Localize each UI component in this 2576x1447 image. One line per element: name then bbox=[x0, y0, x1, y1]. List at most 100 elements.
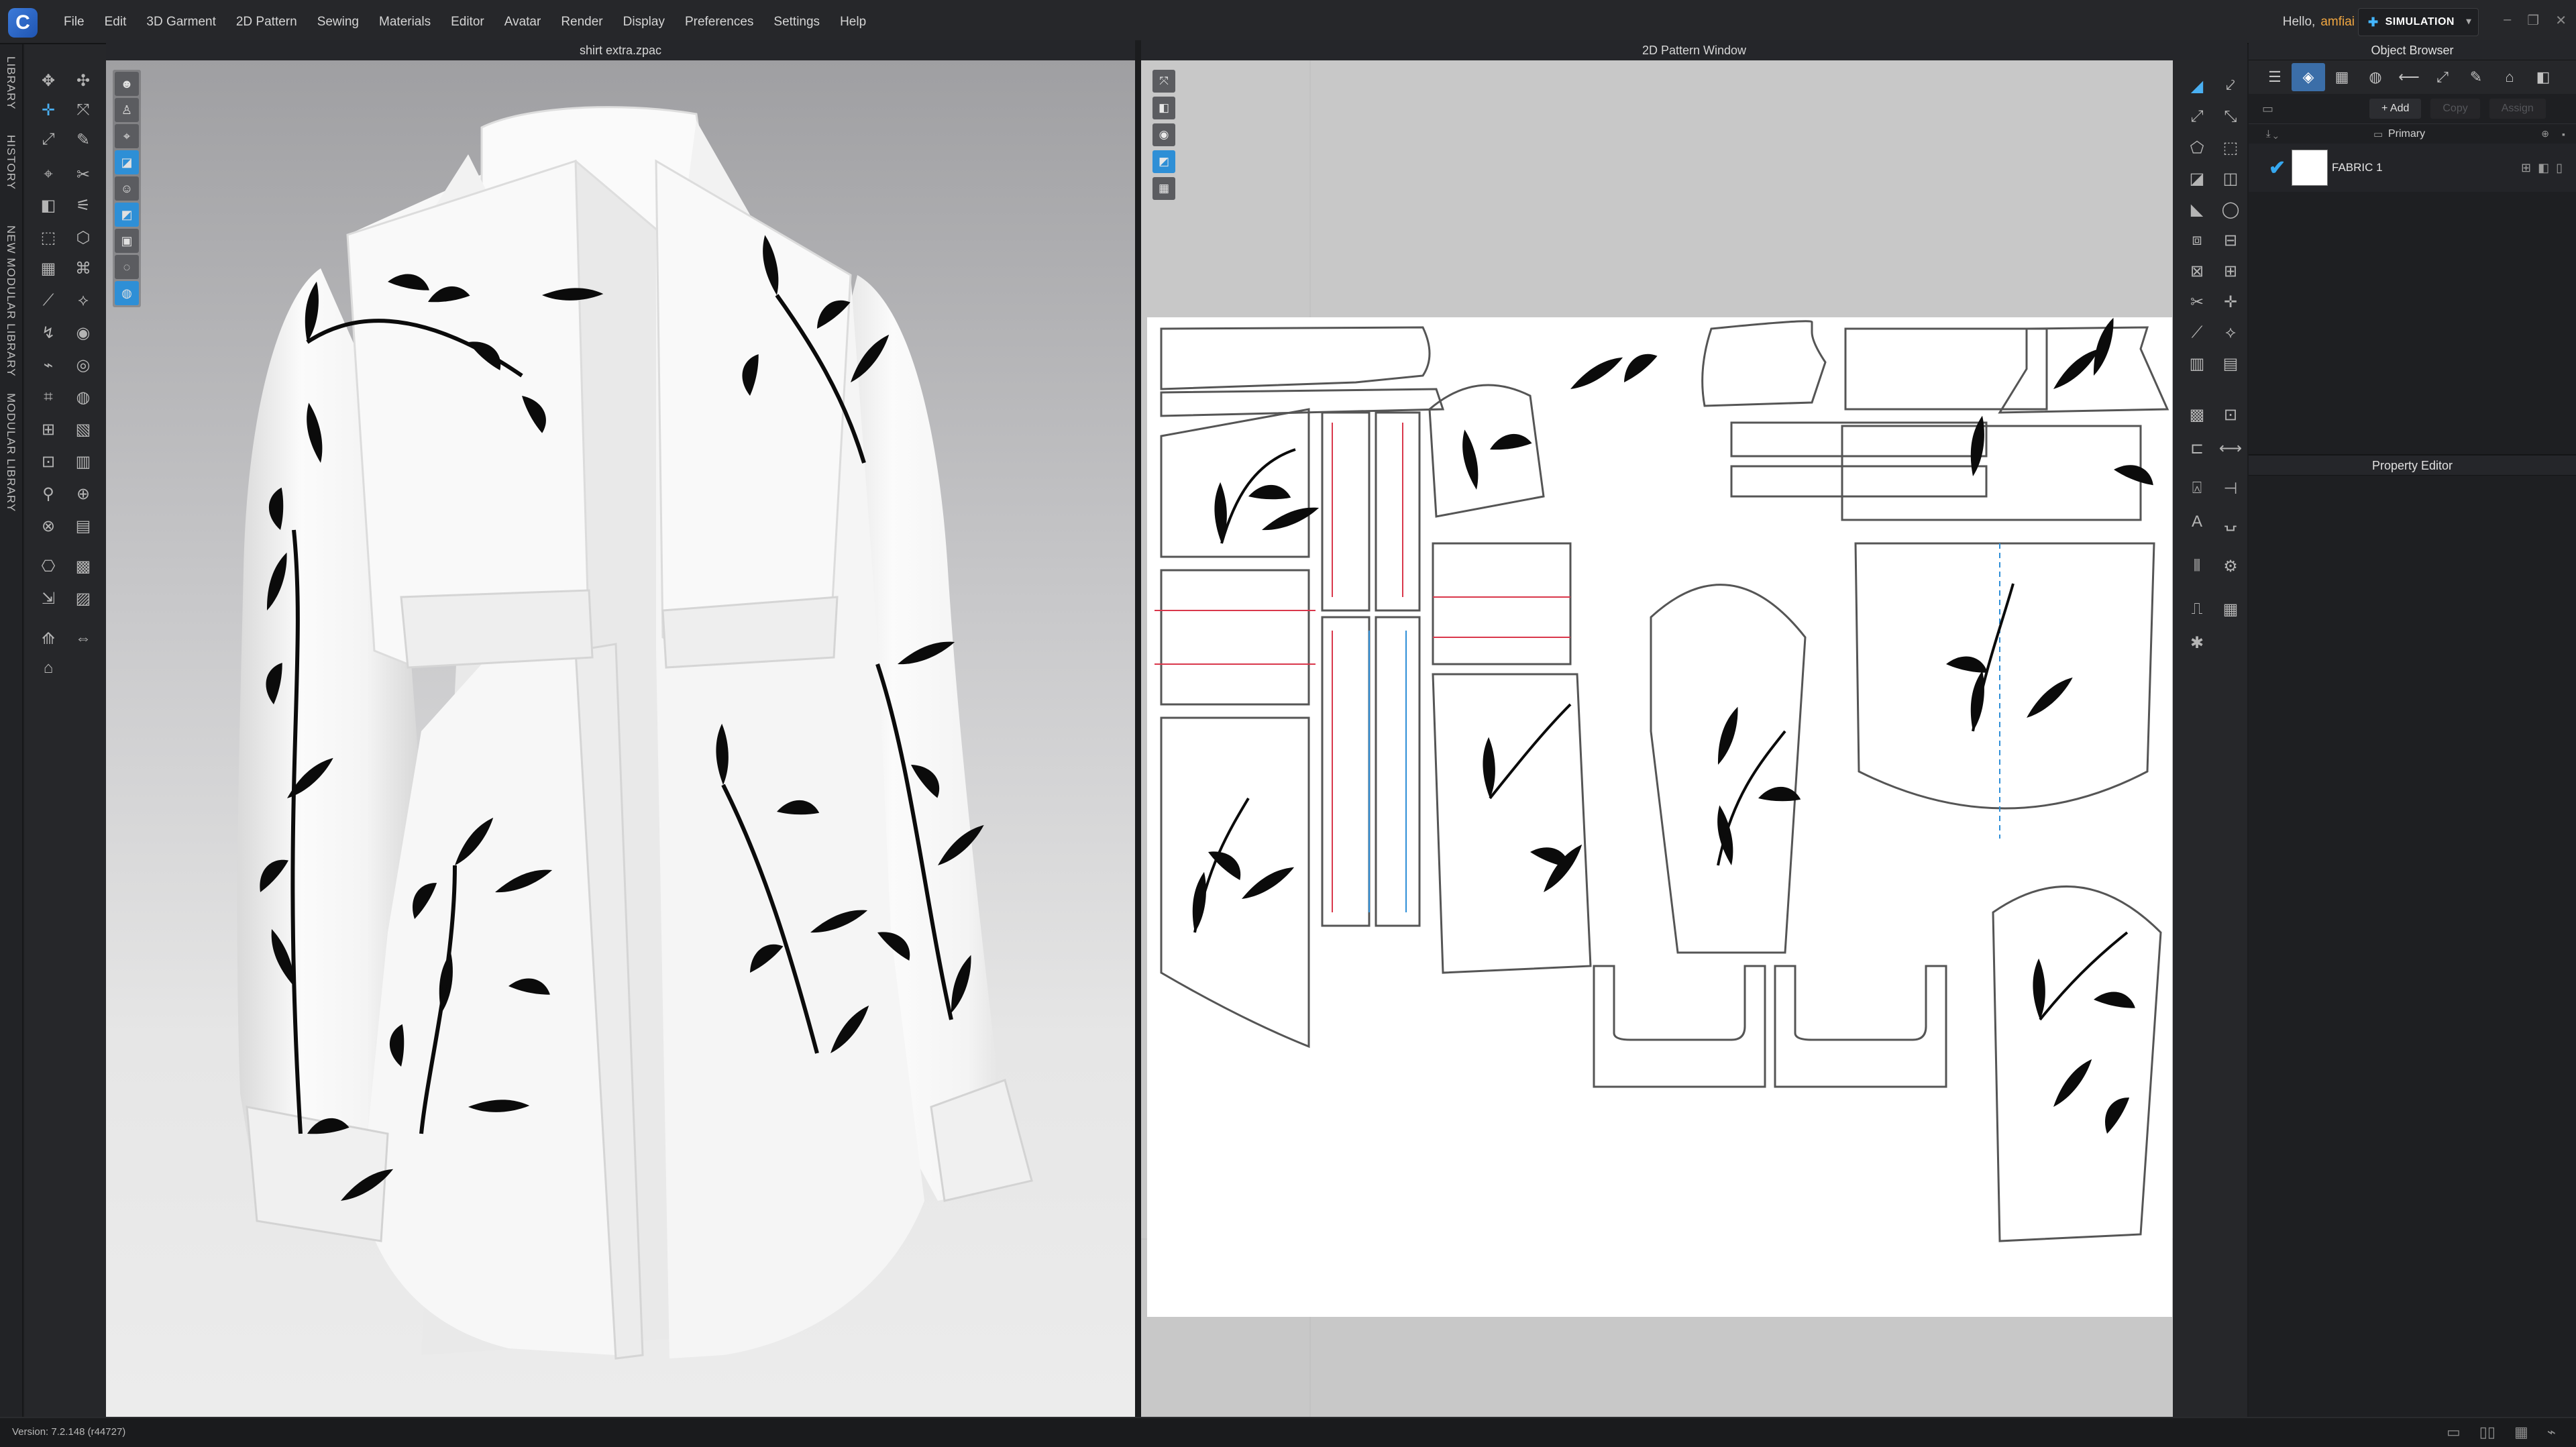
tack-icon[interactable]: ⬚ bbox=[36, 225, 60, 250]
3d-viewport[interactable]: ☻ ♙ ⌖ ◪ ☺ ◩ ▣ ◌ ◍ bbox=[106, 60, 1135, 1417]
snapshot-icon[interactable]: ⎔ bbox=[36, 554, 60, 578]
tab-new-modular-library[interactable]: NEW MODULAR LIBRARY bbox=[4, 225, 17, 377]
environment-icon[interactable]: ◍ bbox=[115, 281, 139, 305]
internal-rectangle-icon[interactable]: ◫ bbox=[2218, 166, 2243, 191]
topstitch-tab-icon[interactable]: ⤢ bbox=[2426, 63, 2459, 91]
edit-point-icon[interactable]: ⤡ bbox=[2218, 105, 2243, 129]
circle-icon[interactable]: ◯ bbox=[2218, 197, 2243, 221]
physics-icon[interactable]: ⇔ bbox=[71, 627, 95, 651]
menu-edit[interactable]: Edit bbox=[95, 0, 137, 44]
pin-2d-icon[interactable]: ✱ bbox=[2185, 631, 2209, 655]
ruler-icon[interactable]: ⊏ bbox=[2185, 436, 2209, 460]
hardware-icon[interactable]: ⚙ bbox=[2218, 554, 2243, 578]
texture-2d-icon[interactable]: ▩ bbox=[2185, 403, 2209, 427]
list-view-icon[interactable]: ☰ bbox=[2258, 63, 2292, 91]
restore-icon[interactable]: ❐ bbox=[2527, 12, 2539, 29]
avatar-display-icon[interactable]: ☻ bbox=[115, 72, 139, 96]
assign-button[interactable]: Assign bbox=[2489, 99, 2546, 119]
fabric-tab-icon[interactable]: ◈ bbox=[2292, 63, 2325, 91]
edit-pattern-2d-icon[interactable]: ◢ bbox=[2185, 74, 2209, 98]
duplicate-icon[interactable]: ◧ bbox=[2538, 161, 2549, 175]
username[interactable]: amfiai bbox=[2320, 15, 2355, 29]
fabric-icon[interactable]: ⌂ bbox=[36, 656, 60, 680]
2d-pattern-canvas[interactable]: ⤧ ◧ ◉ ◩ ▦ bbox=[1141, 60, 2173, 1417]
puckering-tab-icon[interactable]: ✎ bbox=[2459, 63, 2493, 91]
free-seam-icon[interactable]: ⟡ bbox=[2218, 321, 2243, 345]
garment-display-icon[interactable]: ♙ bbox=[115, 98, 139, 122]
internal-polygon-icon[interactable]: ◪ bbox=[2185, 166, 2209, 191]
button-icon[interactable]: ⌗ bbox=[36, 385, 60, 409]
graphic-icon[interactable]: ⊡ bbox=[36, 449, 60, 474]
move-tool-icon[interactable]: ✣ bbox=[71, 68, 95, 93]
tab-modular-library[interactable]: MODULAR LIBRARY bbox=[4, 393, 17, 512]
dart-icon[interactable]: ◣ bbox=[2185, 197, 2209, 221]
measurement-icon[interactable]: ⍽ bbox=[2218, 510, 2243, 534]
menu-2d-pattern[interactable]: 2D Pattern bbox=[226, 0, 307, 44]
add-button[interactable]: + Add bbox=[2369, 99, 2422, 119]
polygon-icon[interactable]: ⬠ bbox=[2185, 136, 2209, 160]
stitch-icon[interactable]: ⎍ bbox=[2185, 597, 2209, 621]
pattern-zoom-icon[interactable]: ◉ bbox=[1152, 123, 1175, 146]
pattern-grid-icon[interactable]: ▦ bbox=[1152, 177, 1175, 200]
piping-icon[interactable]: ◎ bbox=[71, 353, 95, 377]
pattern-view-icon[interactable]: ◧ bbox=[1152, 97, 1175, 119]
video-icon[interactable]: ▩ bbox=[71, 554, 95, 578]
seam-line-icon[interactable]: ▤ bbox=[2218, 352, 2243, 376]
puckering-icon[interactable]: ↯ bbox=[36, 321, 60, 345]
light-icon[interactable]: ◌ bbox=[115, 255, 139, 279]
topstitch-icon[interactable]: ⊞ bbox=[36, 417, 60, 441]
brush-icon[interactable]: ✎ bbox=[71, 127, 95, 152]
free-sewing-icon[interactable]: ⟡ bbox=[71, 288, 95, 313]
mode-selector[interactable]: ✚ SIMULATION ▾ bbox=[2358, 8, 2479, 36]
menu-render[interactable]: Render bbox=[551, 0, 612, 44]
menu-materials[interactable]: Materials bbox=[369, 0, 441, 44]
arrangement-icon[interactable]: ⊗ bbox=[36, 514, 60, 538]
cut-icon[interactable]: ✂ bbox=[2185, 290, 2209, 314]
add-point-icon[interactable]: ✛ bbox=[2218, 290, 2243, 314]
checkmark-icon[interactable]: ✔ bbox=[2269, 156, 2286, 180]
pin-display-icon[interactable]: ⌖ bbox=[115, 124, 139, 148]
app-logo-icon[interactable]: C bbox=[8, 8, 38, 38]
transform-2d-icon[interactable]: ⤧ bbox=[1152, 70, 1175, 93]
menu-display[interactable]: Display bbox=[613, 0, 675, 44]
menu-help[interactable]: Help bbox=[830, 0, 876, 44]
grid-2d-icon[interactable]: ▦ bbox=[2218, 597, 2243, 621]
minimize-icon[interactable]: – bbox=[2504, 12, 2511, 29]
trace-arrange-icon[interactable]: ⌘ bbox=[71, 256, 95, 280]
tab-library[interactable]: LIBRARY bbox=[4, 56, 17, 109]
menu-avatar[interactable]: Avatar bbox=[494, 0, 551, 44]
fabric-display-icon[interactable]: ▣ bbox=[115, 229, 139, 253]
zipper-2d-icon[interactable]: ⦀ bbox=[2185, 554, 2209, 578]
offset-icon[interactable]: ⊟ bbox=[2218, 228, 2243, 252]
fold-arrange-icon[interactable]: ✂ bbox=[71, 162, 95, 186]
size-icon[interactable]: ⊣ bbox=[2218, 476, 2243, 500]
segment-2d-icon[interactable]: ⟋ bbox=[2185, 321, 2209, 345]
group-add-icon[interactable]: ⊕ bbox=[2541, 128, 2549, 140]
gpu-sim-icon[interactable]: ⌁ bbox=[2547, 1424, 2556, 1441]
menu-3d-garment[interactable]: 3D Garment bbox=[136, 0, 225, 44]
avatar-toggle-icon[interactable]: ☺ bbox=[115, 176, 139, 201]
menu-file[interactable]: File bbox=[54, 0, 95, 44]
menu-editor[interactable]: Editor bbox=[441, 0, 494, 44]
pattern-texture-icon[interactable]: ◩ bbox=[1152, 150, 1175, 173]
layout-grid-icon[interactable]: ▦ bbox=[2514, 1424, 2528, 1441]
avatar-measure-icon[interactable]: ⚲ bbox=[36, 482, 60, 506]
texture-edit-icon[interactable]: ⊡ bbox=[2218, 403, 2243, 427]
shaded-display-icon[interactable]: ◩ bbox=[115, 203, 139, 227]
fold-icon[interactable]: ⌖ bbox=[36, 162, 60, 186]
layout-single-icon[interactable]: ▭ bbox=[2447, 1424, 2461, 1441]
menu-preferences[interactable]: Preferences bbox=[675, 0, 763, 44]
transform-pattern-icon[interactable]: ✛ bbox=[36, 98, 60, 122]
select-mesh-icon[interactable]: ✥ bbox=[36, 68, 60, 93]
trim-tab-icon[interactable]: ▦ bbox=[2325, 63, 2359, 91]
edit-curvature-icon[interactable]: ⤦ bbox=[2218, 74, 2243, 98]
layout-split-icon[interactable]: ▯▯ bbox=[2479, 1424, 2496, 1441]
trim-icon[interactable]: ▥ bbox=[71, 449, 95, 474]
fabric-list-item[interactable]: ✔ FABRIC 1 ⊞ ◧ ▯ bbox=[2249, 144, 2576, 192]
sort-icon[interactable]: ⤓ ⌄ bbox=[2266, 128, 2278, 140]
button-tab-icon[interactable]: ◍ bbox=[2359, 63, 2392, 91]
texture-display-icon[interactable]: ◪ bbox=[115, 150, 139, 174]
zipper-tab-icon[interactable]: ⌂ bbox=[2493, 63, 2526, 91]
trace-2d-icon[interactable]: ⧈ bbox=[2185, 228, 2209, 252]
close-icon[interactable]: ✕ bbox=[2555, 12, 2567, 29]
